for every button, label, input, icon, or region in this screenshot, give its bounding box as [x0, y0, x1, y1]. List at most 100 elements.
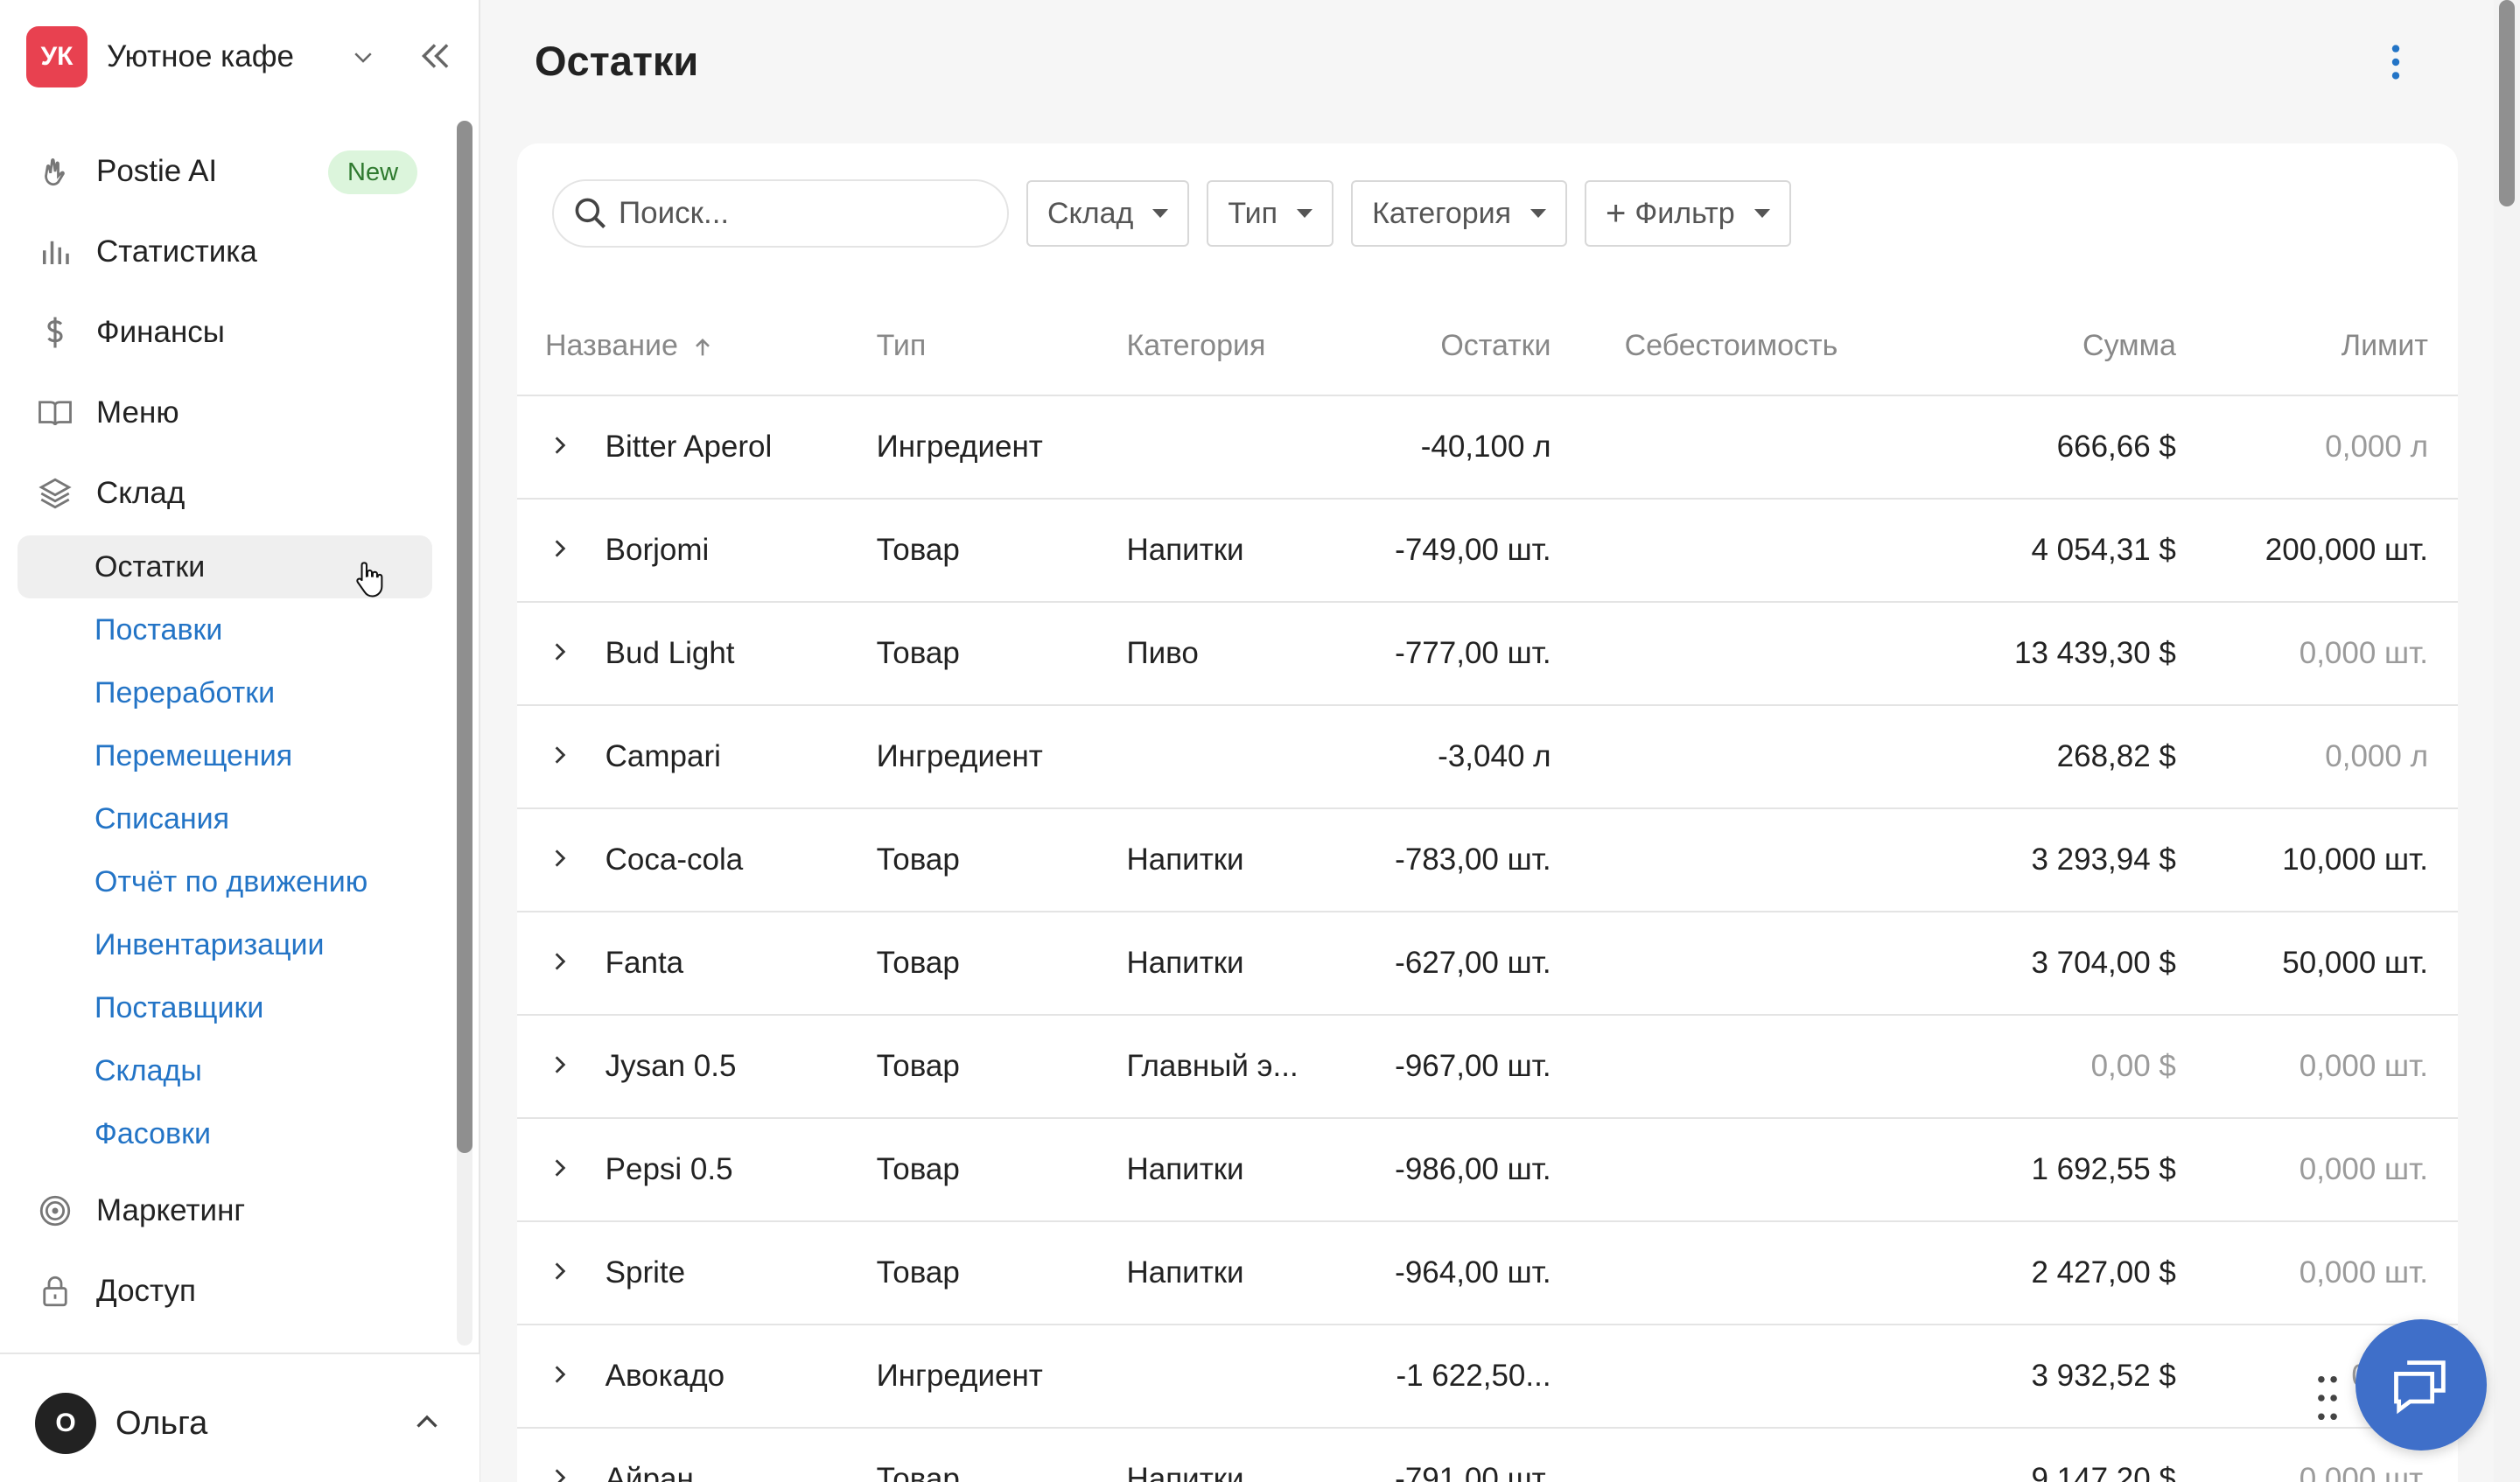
column-header-type[interactable]: Тип	[876, 297, 1127, 396]
nav-item-postie-ai[interactable]: Postie AI New	[0, 131, 455, 212]
expand-row-button[interactable]	[517, 808, 606, 912]
filter-warehouse-button[interactable]: Склад	[1026, 180, 1190, 247]
column-header-category[interactable]: Категория	[1126, 297, 1348, 396]
table-row[interactable]: Айран Товар Напитки -791,00 шт. 9 147,20 $0,…	[517, 1428, 2458, 1482]
cell-cost	[1550, 808, 1840, 912]
expand-row-button[interactable]	[517, 602, 606, 706]
lock-icon	[35, 1271, 75, 1311]
subnav-item-transfers[interactable]: Перемещения	[18, 724, 432, 787]
collapse-sidebar-icon[interactable]	[416, 38, 454, 73]
table-row[interactable]: АвокадоИнгредиент-1 622,50...3 932,52 $0…	[517, 1325, 2458, 1429]
table-row[interactable]: Bitter Aperol Ингредиент -40,100 л 666,66 $…	[517, 395, 2458, 500]
expand-row-button[interactable]	[517, 1221, 606, 1325]
nav-item-marketing[interactable]: Маркетинг	[0, 1171, 455, 1251]
table-row[interactable]: Pepsi 0.5 Товар Напитки -986,00 шт. 1 692,55…	[517, 1118, 2458, 1222]
chevron-right-icon[interactable]	[549, 1152, 571, 1186]
subnav-item-inventory[interactable]: Инвентаризации	[18, 913, 432, 976]
chevron-right-icon[interactable]	[549, 1359, 571, 1393]
more-vertical-icon[interactable]	[2385, 44, 2406, 80]
chevron-right-icon[interactable]	[549, 1049, 571, 1083]
column-header-limit[interactable]: Лимит	[2175, 297, 2458, 396]
table-row[interactable]: Borjomi Товар Напитки -749,00 шт. 4 054,31 $…	[517, 499, 2458, 603]
table-row[interactable]: Coca-cola Товар Напитки -783,00 шт. 3 293,94…	[517, 808, 2458, 912]
bar-chart-icon	[35, 232, 75, 272]
search-input[interactable]	[619, 196, 986, 231]
chevron-right-icon[interactable]	[549, 739, 571, 773]
nav-item-finance[interactable]: Финансы	[0, 292, 455, 373]
caret-down-icon	[1530, 209, 1547, 218]
nav-item-warehouse[interactable]: Склад	[0, 453, 455, 534]
chevron-right-icon[interactable]	[549, 1255, 571, 1290]
cell-type: Ингредиент	[876, 395, 1127, 500]
nav-item-menu[interactable]: Меню	[0, 373, 455, 453]
chevron-right-icon[interactable]	[549, 946, 571, 980]
subnav-item-processing[interactable]: Переработки	[18, 661, 432, 724]
table-row[interactable]: Campari Ингредиент -3,040 л 268,82 $0,000 л	[517, 705, 2458, 809]
sidebar: УК Уютное кафе Postie AI New Статистика …	[0, 0, 480, 1482]
support-chat-button[interactable]	[2356, 1319, 2487, 1451]
sort-ascending-icon[interactable]	[690, 335, 715, 360]
expand-row-button[interactable]	[517, 1428, 606, 1482]
table-row[interactable]: Fanta Товар Напитки -627,00 шт. 3 704,00 $50…	[517, 912, 2458, 1016]
subnav-item-supplies[interactable]: Поставки	[18, 598, 432, 661]
plus-icon: +	[1606, 193, 1627, 233]
nav-item-access[interactable]: Доступ	[0, 1251, 455, 1332]
subnav-item-writeoffs[interactable]: Списания	[18, 787, 432, 850]
cell-type: Товар	[876, 912, 1127, 1016]
expand-row-button[interactable]	[517, 1118, 606, 1222]
filter-label: Тип	[1228, 196, 1278, 230]
subnav-item-movement-report[interactable]: Отчёт по движению	[18, 850, 432, 913]
cell-stock: -749,00 шт.	[1347, 499, 1551, 603]
filter-type-button[interactable]: Тип	[1207, 180, 1334, 247]
expand-row-button[interactable]	[517, 395, 606, 500]
page-scrollbar[interactable]	[2494, 0, 2520, 1482]
scrollbar-thumb[interactable]	[457, 121, 472, 1153]
expand-row-button[interactable]	[517, 912, 606, 1016]
nav-item-statistics[interactable]: Статистика	[0, 212, 455, 292]
search-box[interactable]	[552, 179, 1009, 248]
cell-sum: 268,82 $	[1839, 705, 2176, 809]
subnav-item-packaging[interactable]: Фасовки	[18, 1102, 432, 1165]
table-row[interactable]: Sprite Товар Напитки -964,00 шт. 2 427,00 $0…	[517, 1221, 2458, 1325]
sidebar-scrollbar[interactable]	[457, 121, 472, 1346]
chevron-right-icon[interactable]	[549, 636, 571, 670]
cell-stock: -1 622,50...	[1347, 1325, 1551, 1429]
cell-sum: 3 704,00 $	[1839, 912, 2176, 1016]
column-header-stock[interactable]: Остатки	[1347, 297, 1551, 396]
subnav-item-warehouses[interactable]: Склады	[18, 1039, 432, 1102]
column-header-sum[interactable]: Сумма	[1839, 297, 2176, 396]
column-header-cost[interactable]: Себестоимость	[1550, 297, 1840, 396]
cell-category	[1126, 705, 1348, 809]
drag-handle-icon[interactable]	[2317, 1375, 2338, 1421]
table-row[interactable]: Jysan 0.5 Товар Главный э... -967,00 шт. 0,0…	[517, 1015, 2458, 1119]
column-header-name[interactable]: Название	[517, 297, 877, 396]
cell-cost	[1550, 1015, 1840, 1119]
venue-switcher[interactable]: УК Уютное кафе	[26, 24, 455, 89]
filter-category-button[interactable]: Категория	[1351, 180, 1568, 247]
cell-limit: 0,000 шт.	[2175, 1221, 2458, 1325]
add-filter-button[interactable]: + Фильтр	[1585, 180, 1791, 247]
chevron-right-icon[interactable]	[549, 842, 571, 877]
warehouse-subnav: Остатки Поставки Переработки Перемещения…	[18, 535, 432, 1165]
cell-category: Напитки	[1126, 1428, 1348, 1482]
cell-stock: -791,00 шт.	[1347, 1428, 1551, 1482]
toolbar: Склад Тип Категория +Фильтр	[552, 178, 1791, 248]
table-row[interactable]: Bud Light Товар Пиво -777,00 шт. 13 439,30 $…	[517, 602, 2458, 706]
expand-row-button[interactable]	[517, 705, 606, 809]
chevron-right-icon[interactable]	[549, 533, 571, 567]
cell-cost	[1550, 395, 1840, 500]
expand-row-button[interactable]	[517, 1015, 606, 1119]
venue-logo: УК	[26, 26, 88, 87]
chevron-right-icon[interactable]	[549, 1462, 571, 1482]
cell-sum: 9 147,20 $	[1839, 1428, 2176, 1482]
cell-name: Bitter Aperol	[605, 395, 877, 500]
chevron-right-icon[interactable]	[549, 430, 571, 464]
caret-down-icon	[1754, 209, 1770, 218]
subnav-item-suppliers[interactable]: Поставщики	[18, 976, 432, 1039]
chevron-down-icon[interactable]	[350, 44, 376, 70]
expand-row-button[interactable]	[517, 499, 606, 603]
expand-row-button[interactable]	[517, 1325, 606, 1429]
user-menu[interactable]: О Ольга	[0, 1353, 480, 1482]
scrollbar-thumb[interactable]	[2499, 0, 2515, 206]
chevron-up-icon[interactable]	[411, 1407, 443, 1438]
